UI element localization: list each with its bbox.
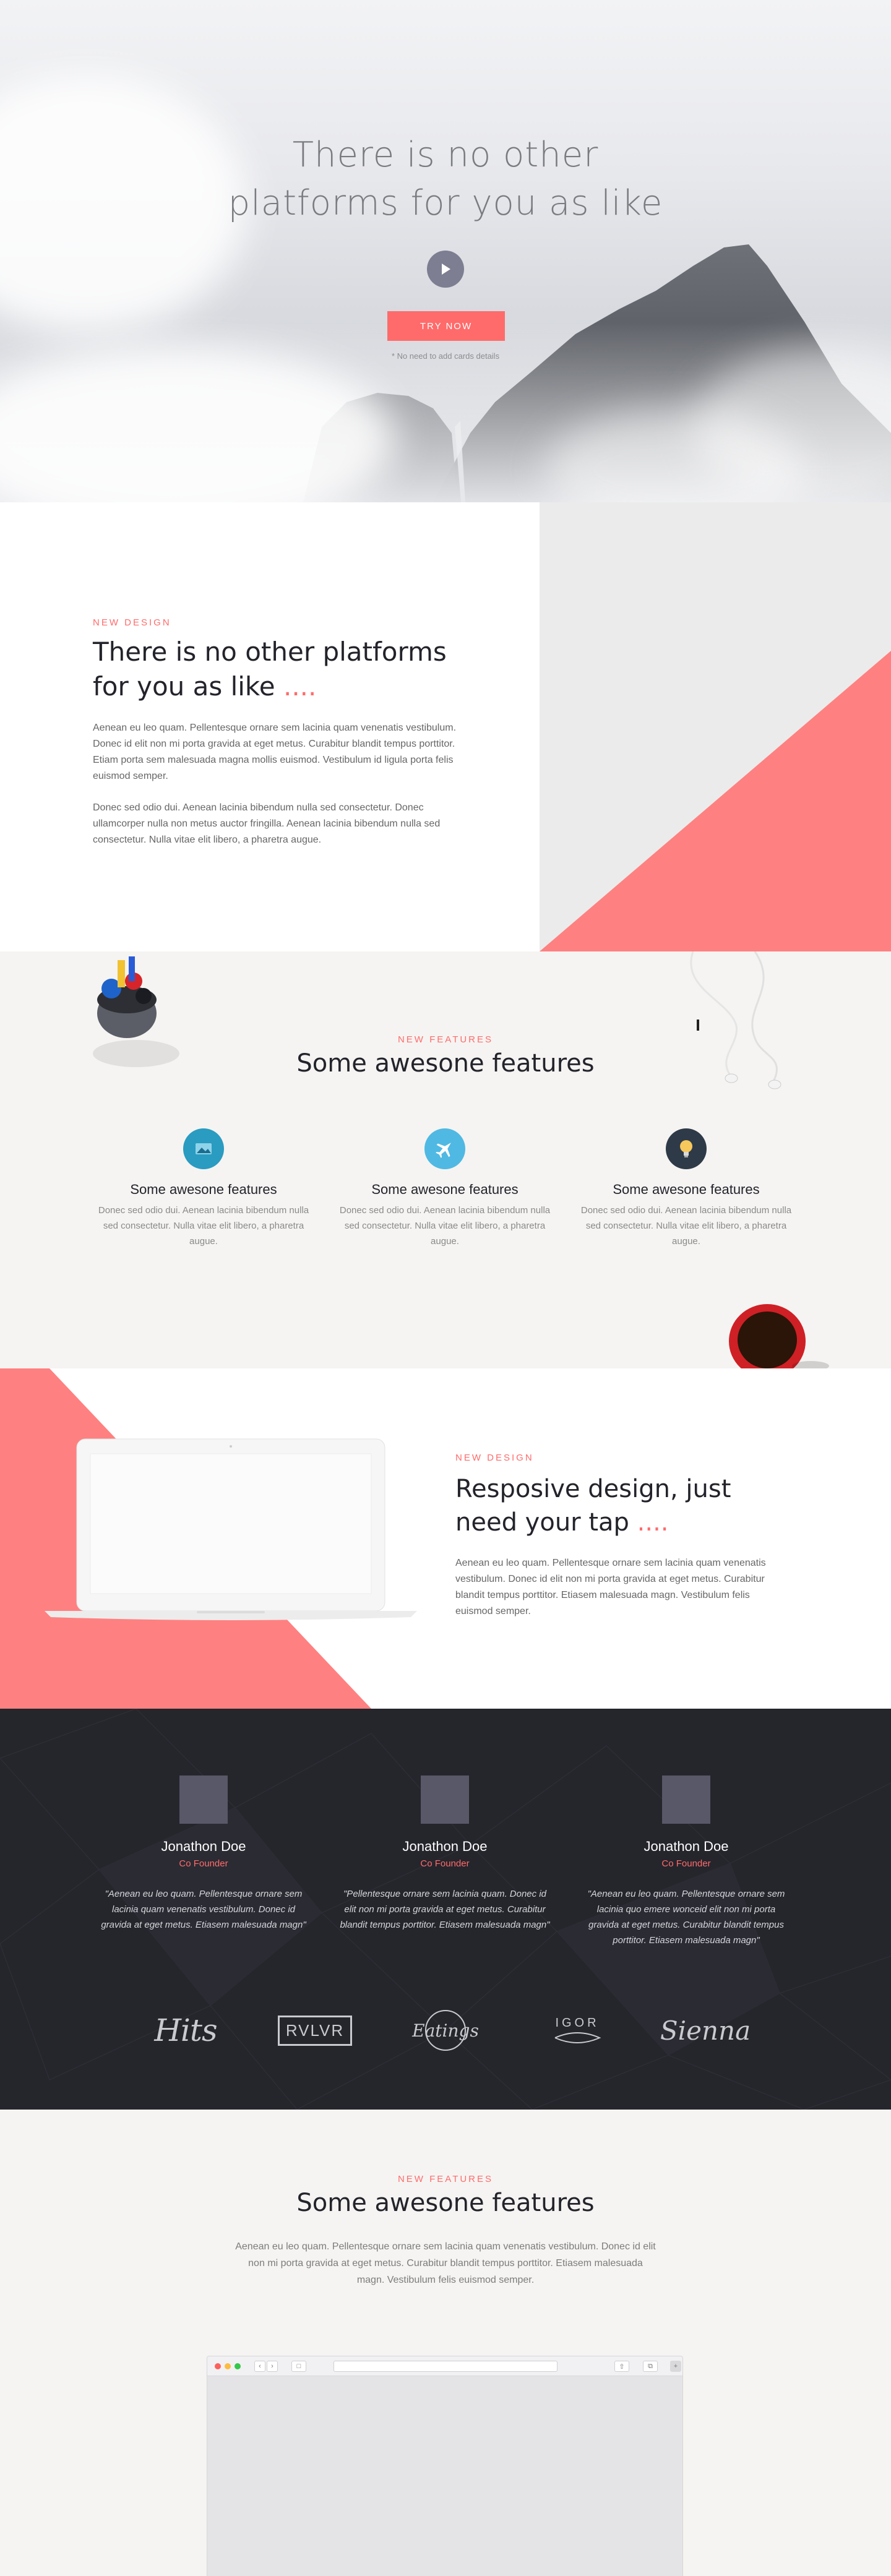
intro-title-dots: .... bbox=[283, 671, 317, 702]
try-now-button[interactable]: TRY NOW bbox=[387, 311, 505, 341]
feature-text: Donec sed odio dui. Aenean lacinia biben… bbox=[339, 1205, 551, 1247]
feature-text: Donec sed odio dui. Aenean lacinia biben… bbox=[580, 1205, 792, 1247]
play-icon bbox=[442, 264, 450, 275]
play-video-button[interactable] bbox=[427, 251, 464, 288]
testimonial-name: Jonathon Doe bbox=[644, 1839, 729, 1854]
share-icon[interactable]: ⇧ bbox=[614, 2361, 629, 2372]
final-title: Some awesone features bbox=[296, 2189, 595, 2217]
logo-rvlvr: RVLVR bbox=[277, 2006, 353, 2055]
feature-text: Donec sed odio dui. Aenean lacinia biben… bbox=[98, 1205, 309, 1247]
avatar bbox=[421, 1775, 469, 1824]
intro-section: NEW DESIGN There is no other platforms f… bbox=[0, 502, 891, 951]
testimonial-name: Jonathon Doe bbox=[402, 1839, 488, 1854]
responsive-title-dots: .... bbox=[637, 1508, 669, 1537]
forward-arrow-icon[interactable]: › bbox=[267, 2361, 278, 2372]
testimonial-role: Co Founder bbox=[661, 1858, 711, 1869]
address-bar[interactable] bbox=[334, 2361, 557, 2372]
features-title: Some awesone features bbox=[296, 1049, 595, 1078]
responsive-section: NEW DESIGN Resposive design, just need y… bbox=[0, 1368, 891, 1709]
responsive-paragraph: Aenean eu leo quam. Pellentesque ornare … bbox=[455, 1558, 766, 1616]
feature-card: Some awesone features Donec sed odio dui… bbox=[575, 1128, 798, 1249]
intro-paragraph-2: Donec sed odio dui. Aenean lacinia biben… bbox=[93, 802, 441, 845]
feature-card: Some awesone features Donec sed odio dui… bbox=[92, 1128, 315, 1249]
responsive-eyebrow: NEW DESIGN bbox=[455, 1453, 534, 1463]
maximize-window-button[interactable] bbox=[235, 2363, 241, 2369]
testimonial-role: Co Founder bbox=[179, 1858, 228, 1869]
testimonial-role: Co Founder bbox=[420, 1858, 470, 1869]
sidebar-icon[interactable]: □ bbox=[291, 2361, 306, 2372]
intro-title-text: There is no other platforms for you as l… bbox=[93, 637, 447, 702]
responsive-title-text: Resposive design, just need your tap bbox=[455, 1475, 731, 1537]
testimonial-quote: "Pellentesque ornare sem lacinia quam. D… bbox=[340, 1889, 550, 1930]
testimonial-quote: "Aenean eu leo quam. Pellentesque ornare… bbox=[101, 1889, 306, 1930]
intro-paragraph-1: Aenean eu leo quam. Pellentesque ornare … bbox=[93, 723, 457, 781]
intro-title: There is no other platforms for you as l… bbox=[93, 635, 464, 704]
hero-title: There is no other platforms for you as l… bbox=[0, 131, 891, 228]
coffee-cup-image bbox=[729, 1304, 829, 1368]
features-eyebrow: NEW FEATURES bbox=[397, 1034, 494, 1045]
feature-title: Some awesone features bbox=[130, 1182, 277, 1197]
laptop-image bbox=[45, 1438, 417, 1620]
back-arrow-icon[interactable]: ‹ bbox=[254, 2361, 265, 2372]
testimonial-quote: "Aenean eu leo quam. Pellentesque ornare… bbox=[587, 1889, 785, 1946]
browser-toolbar: ‹ › □ ⇧ ⧉ + bbox=[207, 2356, 682, 2376]
logo-igor: IGOR bbox=[543, 2006, 611, 2055]
coral-triangle-decoration bbox=[540, 651, 891, 951]
testimonial-card: Jonathon Doe Co Founder "Aenean eu leo q… bbox=[575, 1775, 798, 1948]
logo-hits: Hits bbox=[154, 2012, 217, 2048]
final-features-section: NEW FEATURES Some awesone features Aenea… bbox=[0, 2110, 891, 2576]
avatar bbox=[662, 1775, 710, 1824]
intro-eyebrow: NEW DESIGN bbox=[93, 617, 171, 628]
hero-title-line2: platforms for you as like bbox=[228, 183, 663, 223]
feature-title: Some awesone features bbox=[613, 1182, 760, 1197]
testimonial-name: Jonathon Doe bbox=[161, 1839, 246, 1854]
responsive-title: Resposive design, just need your tap ...… bbox=[455, 1472, 777, 1539]
avatar bbox=[179, 1775, 228, 1824]
features-section: NEW FEATURES Some awesone features Some … bbox=[0, 951, 891, 1368]
feature-title: Some awesone features bbox=[371, 1182, 519, 1197]
testimonial-card: Jonathon Doe Co Founder "Aenean eu leo q… bbox=[92, 1775, 315, 1933]
close-window-button[interactable] bbox=[215, 2363, 221, 2369]
hero-note: * No need to add cards details bbox=[391, 351, 500, 361]
testimonials-section: Jonathon Doe Co Founder "Aenean eu leo q… bbox=[0, 1709, 891, 2110]
hero-title-line1: There is no other bbox=[292, 135, 599, 175]
hero-section: There is no other platforms for you as l… bbox=[0, 0, 891, 502]
airplane-icon bbox=[424, 1128, 465, 1169]
client-logos: Hits RVLVR Eatings IGOR Sienna bbox=[0, 2006, 891, 2055]
tabs-icon[interactable]: ⧉ bbox=[643, 2361, 658, 2372]
image-icon bbox=[183, 1128, 224, 1169]
testimonial-card: Jonathon Doe Co Founder "Pellentesque or… bbox=[334, 1775, 556, 1933]
browser-mockup: ‹ › □ ⇧ ⧉ + bbox=[207, 2356, 683, 2576]
logo-sienna: Sienna bbox=[660, 2015, 751, 2046]
minimize-window-button[interactable] bbox=[225, 2363, 231, 2369]
lightbulb-icon bbox=[666, 1128, 707, 1169]
logo-eatings: Eatings bbox=[408, 2006, 483, 2055]
new-tab-button[interactable]: + bbox=[670, 2361, 681, 2372]
feature-card: Some awesone features Donec sed odio dui… bbox=[334, 1128, 556, 1249]
earphones-image bbox=[690, 951, 781, 1089]
final-eyebrow: NEW FEATURES bbox=[397, 2174, 494, 2184]
final-paragraph: Aenean eu leo quam. Pellentesque ornare … bbox=[235, 2241, 656, 2285]
